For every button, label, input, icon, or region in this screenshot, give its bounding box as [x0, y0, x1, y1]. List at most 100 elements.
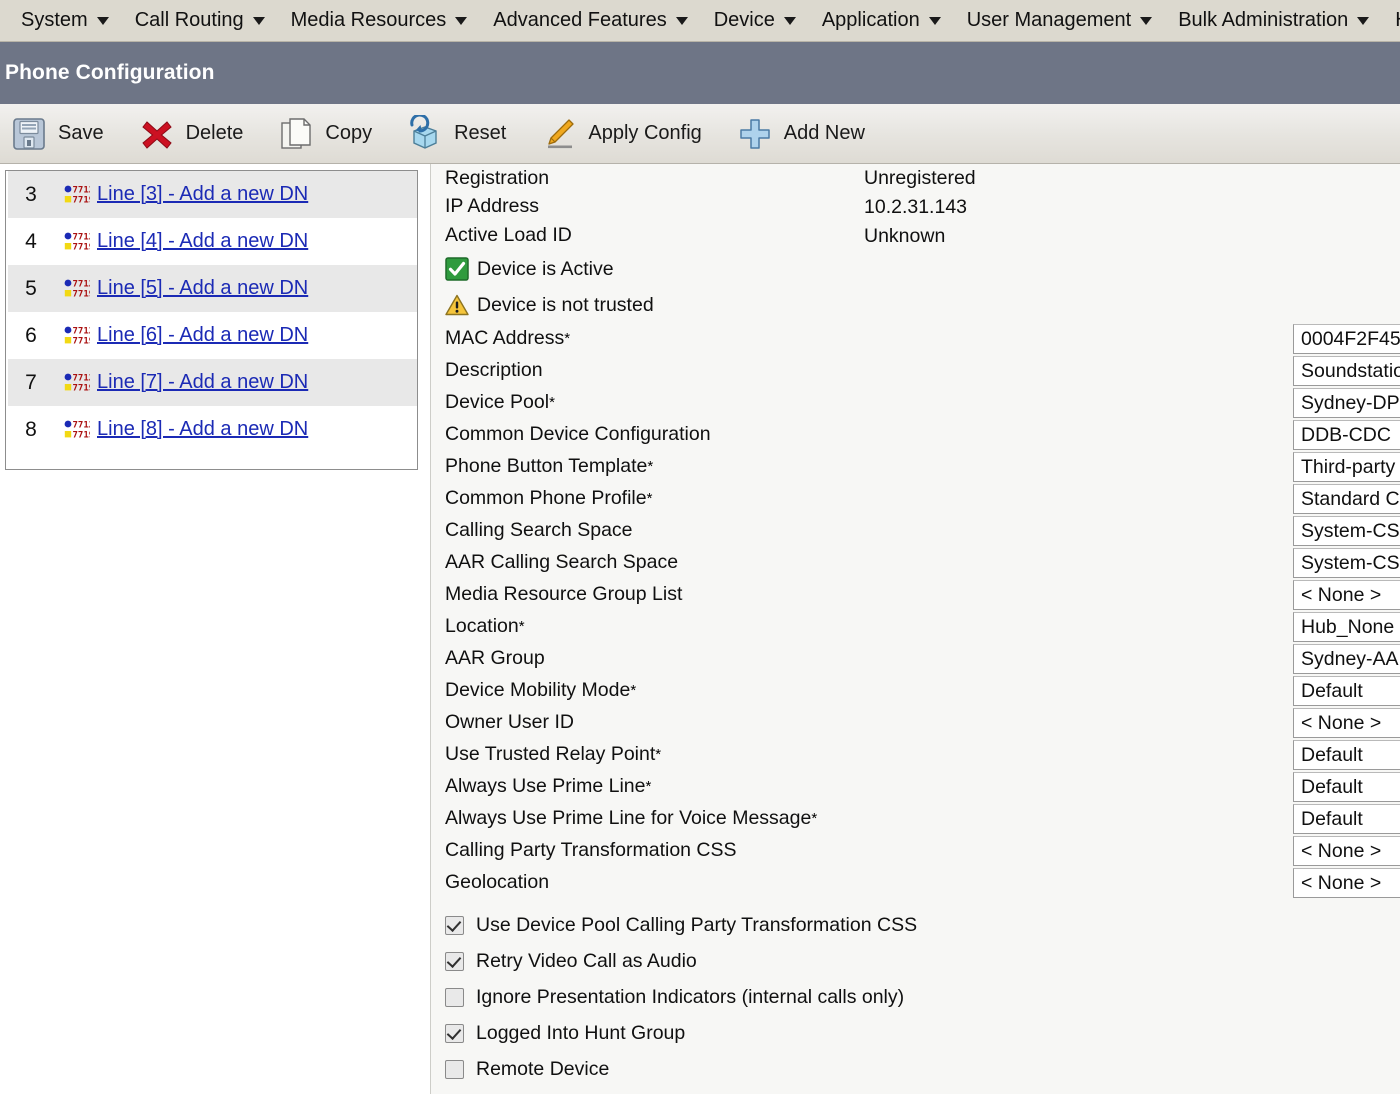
menu-item-application[interactable]: Application — [809, 0, 954, 42]
device-active-status: Device is Active — [431, 251, 1400, 287]
field-row-calling-party-transformation-css: Calling Party Transformation CSS < None > — [431, 835, 1400, 867]
line-add-dn-link[interactable]: Line [6] - Add a new DN — [97, 324, 308, 347]
field-row-media-resource-group-list: Media Resource Group List < None > — [431, 579, 1400, 611]
svg-text:7719: 7719 — [73, 430, 91, 440]
line-association-row[interactable]: 377127719Line [3] - Add a new DN — [6, 171, 417, 218]
menu-item-bulk-administration[interactable]: Bulk Administration — [1165, 0, 1382, 42]
field-row-location: Location * Hub_None — [431, 611, 1400, 643]
select-calling-party-transformation-css[interactable]: < None > — [1293, 836, 1400, 866]
checkbox-retry-video-call-as-audio[interactable] — [445, 951, 464, 971]
apply-config-button[interactable]: Apply Config — [540, 111, 702, 157]
label-common-phone-profile: Common Phone Profile — [445, 487, 647, 510]
ip-address-value: 10.2.31.143 — [864, 195, 968, 218]
copy-button[interactable]: Copy — [277, 111, 372, 157]
menu-item-call-routing[interactable]: Call Routing — [122, 0, 278, 42]
toolbar-button-label: Apply Config — [588, 122, 702, 144]
select-calling-search-space[interactable]: System-CSS — [1293, 516, 1400, 546]
line-row-body[interactable]: 77127719Line [8] - Add a new DN — [54, 406, 417, 453]
select-geolocation[interactable]: < None > — [1293, 868, 1400, 898]
select-aar-calling-search-space[interactable]: System-CSS — [1293, 548, 1400, 578]
line-add-dn-link[interactable]: Line [5] - Add a new DN — [97, 277, 308, 300]
svg-text:7712: 7712 — [73, 232, 91, 242]
select-media-resource-group-list[interactable]: < None > — [1293, 580, 1400, 610]
chevron-down-icon — [675, 16, 688, 25]
line-row-body[interactable]: 77127719 Line [3] - Add a new DN — [54, 171, 417, 218]
reset-button[interactable]: Reset — [406, 111, 506, 157]
checkbox-row-logged-into-hunt-group: Logged Into Hunt Group — [431, 1015, 1400, 1051]
line-add-dn-link[interactable]: Line [8] - Add a new DN — [97, 418, 308, 441]
add-new-plus-icon — [736, 115, 774, 153]
toolbar-button-label: Copy — [325, 122, 373, 144]
add-new-button[interactable]: Add New — [736, 111, 865, 157]
chevron-down-icon — [455, 16, 468, 25]
select-always-use-prime-line[interactable]: Default — [1293, 772, 1400, 802]
field-row-always-use-prime-line: Always Use Prime Line * Default — [431, 771, 1400, 803]
label-common-device-configuration: Common Device Configuration — [445, 423, 711, 446]
line-row-body[interactable]: 77127719Line [4] - Add a new DN — [54, 218, 417, 265]
field-row-device-pool: Device Pool * Sydney-DP — [431, 387, 1400, 419]
select-device-mobility-mode[interactable]: Default — [1293, 676, 1400, 706]
select-location[interactable]: Hub_None — [1293, 612, 1400, 642]
select-use-trusted-relay-point[interactable]: Default — [1293, 740, 1400, 770]
save-button[interactable]: Save — [10, 111, 104, 157]
svg-text:7719: 7719 — [73, 195, 91, 205]
line-row-body[interactable]: 77127719Line [5] - Add a new DN — [54, 265, 417, 312]
svg-text:7719: 7719 — [73, 336, 91, 346]
line-row-body[interactable]: 77127719Line [7] - Add a new DN — [54, 359, 417, 406]
checkbox-logged-into-hunt-group[interactable] — [445, 1023, 464, 1043]
checkbox-row-use-device-pool-calling-party-transformation-css: Use Device Pool Calling Party Transforma… — [431, 907, 1400, 943]
line-association-row[interactable]: 577127719Line [5] - Add a new DN — [6, 265, 417, 312]
checkbox-ignore-presentation-indicators-internal-calls-only[interactable] — [445, 987, 464, 1007]
line-association-row[interactable]: 677127719Line [6] - Add a new DN — [6, 312, 417, 359]
line-association-row[interactable]: 877127719Line [8] - Add a new DN — [6, 406, 417, 453]
checkbox-label-remote-device: Remote Device — [476, 1057, 610, 1080]
field-row-mac-address: MAC Address*0004F2F459AA — [431, 323, 1400, 355]
field-row-aar-group: AAR Group Sydney-AAR — [431, 643, 1400, 675]
field-value: DDB-CDC — [1301, 423, 1391, 446]
menu-item-help[interactable]: Help — [1382, 0, 1400, 42]
chevron-down-icon — [1357, 16, 1370, 25]
toolbar-button-label: Add New — [783, 122, 865, 144]
select-common-device-configuration[interactable]: DDB-CDC — [1293, 420, 1400, 450]
input-description[interactable]: Soundstation Duo Conference Phone — [1293, 356, 1400, 386]
select-aar-group[interactable]: Sydney-AAR — [1293, 644, 1400, 674]
label-aar-group: AAR Group — [445, 647, 545, 670]
line-add-dn-link[interactable]: Line [3] - Add a new DN — [97, 183, 308, 206]
field-value: System-CSS — [1301, 519, 1400, 542]
registration-value: Unregistered — [864, 167, 976, 189]
select-common-phone-profile[interactable]: Standard Common Phone Profile — [1293, 484, 1400, 514]
device-active-label: Device is Active — [477, 257, 614, 280]
delete-button[interactable]: Delete — [138, 111, 243, 157]
device-trust-status: Device is not trusted — [431, 287, 1400, 323]
menu-item-label: Bulk Administration — [1178, 9, 1349, 31]
field-row-device-mobility-mode: Device Mobility Mode * Default — [431, 675, 1400, 707]
menu-item-media-resources[interactable]: Media Resources — [278, 0, 481, 42]
active-load-id-label: Active Load ID — [445, 224, 572, 247]
field-value: System-CSS — [1301, 551, 1400, 574]
select-phone-button-template[interactable]: Third-party SIP Device (Advanced) — [1293, 452, 1400, 482]
line-add-dn-link[interactable]: Line [7] - Add a new DN — [97, 371, 308, 394]
field-value: Standard Common Phone Profile — [1301, 487, 1400, 510]
line-row-body[interactable]: 77127719Line [6] - Add a new DN — [54, 312, 417, 359]
menu-item-advanced-features[interactable]: Advanced Features — [480, 0, 700, 42]
line-add-dn-link[interactable]: Line [4] - Add a new DN — [97, 230, 308, 253]
checkbox-remote-device[interactable] — [445, 1059, 464, 1079]
line-association-row[interactable]: 777127719Line [7] - Add a new DN — [6, 359, 417, 406]
ip-address-row: IP Address 10.2.31.143 — [431, 193, 1400, 221]
menu-item-label: User Management — [966, 9, 1132, 31]
line-dn-icon: 77127719 — [64, 370, 94, 396]
menu-item-user-management[interactable]: User Management — [954, 0, 1166, 42]
checkbox-use-device-pool-calling-party-transformation-css[interactable] — [445, 915, 464, 935]
menu-item-system[interactable]: System — [8, 0, 122, 42]
field-row-common-phone-profile: Common Phone Profile*Standard Common Pho… — [431, 483, 1400, 515]
select-always-use-prime-line-for-voice-message[interactable]: Default — [1293, 804, 1400, 834]
menu-item-device[interactable]: Device — [701, 0, 809, 42]
menu-item-label: Device — [713, 9, 775, 31]
select-owner-user-id[interactable]: < None > — [1293, 708, 1400, 738]
svg-text:7719: 7719 — [73, 289, 91, 299]
field-row-use-trusted-relay-point: Use Trusted Relay Point * Default — [431, 739, 1400, 771]
input-mac-address[interactable]: 0004F2F459AA — [1293, 324, 1400, 354]
svg-text:7712: 7712 — [73, 185, 91, 195]
line-association-row[interactable]: 477127719Line [4] - Add a new DN — [6, 218, 417, 265]
select-device-pool[interactable]: Sydney-DP — [1293, 388, 1400, 418]
